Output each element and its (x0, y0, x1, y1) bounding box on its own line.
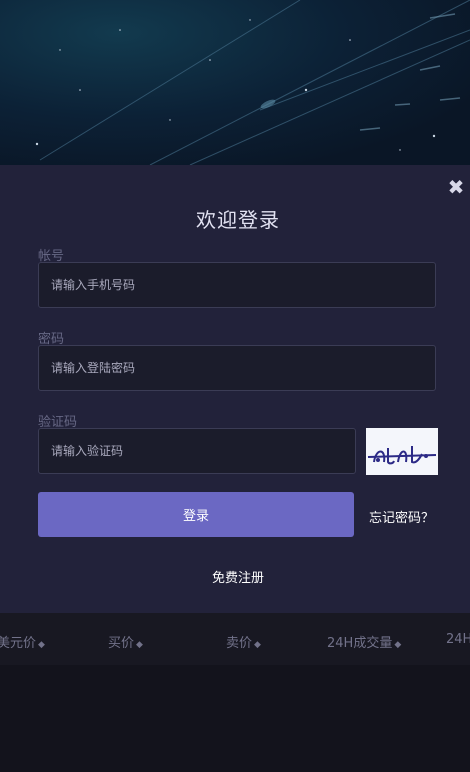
login-button[interactable]: 登录 (38, 492, 354, 537)
diamond-sort-icon: ◆ (254, 640, 261, 650)
captcha-image[interactable] (366, 428, 438, 475)
diamond-sort-icon: ◆ (394, 640, 402, 650)
captcha-input[interactable] (38, 428, 356, 474)
column-label: 24H成交量 (327, 636, 393, 651)
column-label: 24H (446, 632, 470, 647)
captcha-glyphs (367, 446, 437, 465)
market-table-header: 美元价◆ 买价◆ 卖价◆ 24H成交量◆ 24H◆ (0, 613, 470, 665)
forgot-password-link[interactable]: 忘记密码？ (369, 507, 434, 526)
column-label: 买价 (108, 636, 135, 651)
column-label: 卖价 (226, 636, 253, 651)
phone-input[interactable] (38, 262, 436, 308)
starfield-illustration (35, 0, 470, 165)
modal-title: 欢迎登录 (196, 208, 280, 232)
column-24h-volume[interactable]: 24H成交量 ◆ (327, 632, 401, 651)
banner-background (0, 0, 470, 165)
register-link[interactable]: 免费注册 (0, 567, 470, 586)
column-label: 美元价 (0, 636, 37, 651)
column-ask-price[interactable]: 卖价 ◆ (226, 632, 261, 651)
column-bid-price[interactable]: 买价 ◆ (108, 632, 143, 651)
diamond-sort-icon: ◆ (136, 640, 143, 650)
password-input[interactable] (38, 345, 436, 391)
column-24h-change[interactable]: 24H◆ (446, 632, 470, 647)
column-usd-price[interactable]: 美元价 ◆ (0, 632, 45, 651)
diamond-sort-icon: ◆ (38, 640, 45, 650)
close-icon[interactable]: ✖ (446, 177, 466, 197)
